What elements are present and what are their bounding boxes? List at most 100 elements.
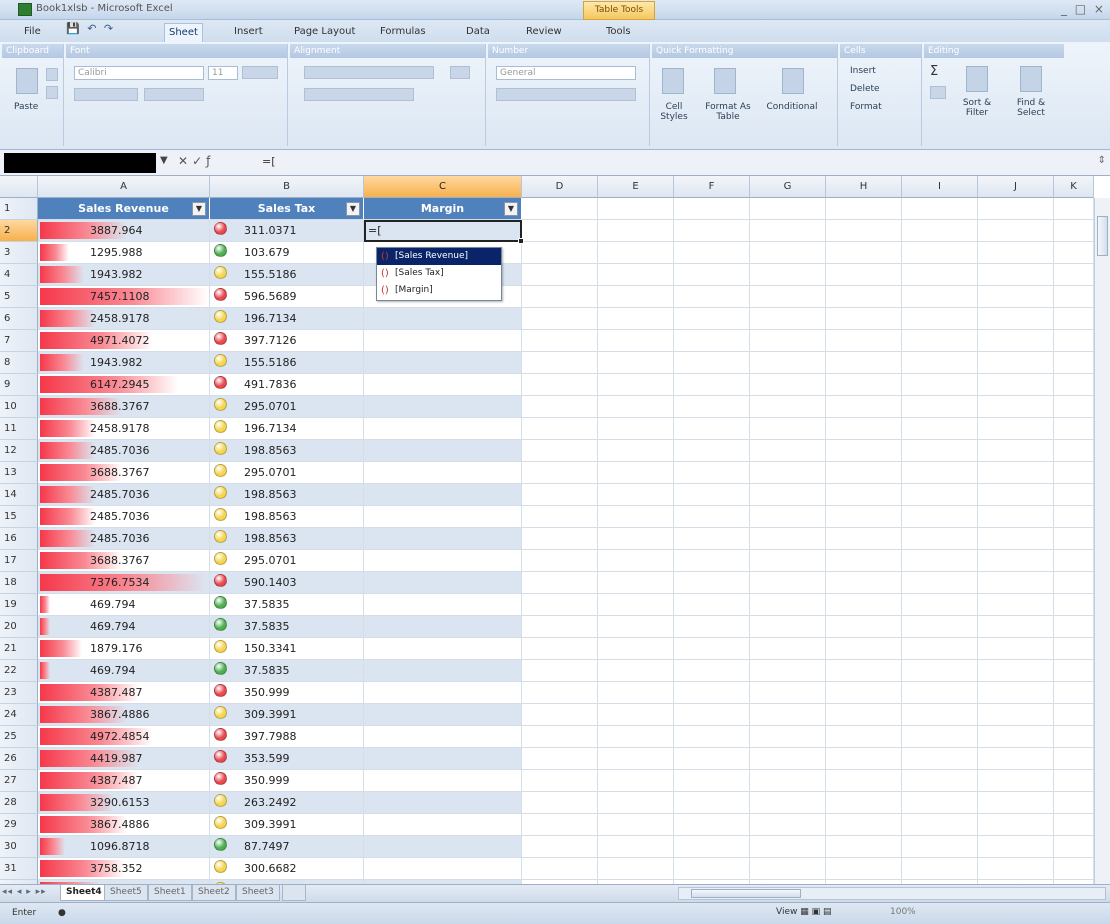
autocomplete-sales-tax[interactable]: () [Sales Tax] xyxy=(377,265,501,282)
margin-cell[interactable] xyxy=(364,374,522,396)
find-select-button[interactable]: Find & Select xyxy=(1006,98,1056,118)
sales-tax-cell[interactable]: 37.5835 xyxy=(210,616,364,638)
cell[interactable] xyxy=(674,198,750,220)
row-header[interactable]: 24 xyxy=(0,704,38,726)
row-header[interactable]: 2 xyxy=(0,220,38,242)
cell[interactable] xyxy=(978,660,1054,682)
paste-button[interactable]: Paste xyxy=(14,102,38,112)
row-header[interactable]: 11 xyxy=(0,418,38,440)
row-header[interactable]: 21 xyxy=(0,638,38,660)
margin-cell[interactable] xyxy=(364,682,522,704)
row-header[interactable]: 9 xyxy=(0,374,38,396)
cell[interactable] xyxy=(1054,814,1094,836)
tab-tools[interactable]: Tools xyxy=(602,23,635,42)
margin-cell[interactable] xyxy=(364,660,522,682)
cell[interactable] xyxy=(674,418,750,440)
sales-tax-cell[interactable]: 397.7988 xyxy=(210,726,364,748)
sales-tax-cell[interactable]: 309.3991 xyxy=(210,814,364,836)
worksheet-grid[interactable]: A B C D E F G H I J K 1 Sales Revenue ▼ Sales Tax ▼ Marg… xyxy=(0,176,1110,902)
cell[interactable] xyxy=(598,220,674,242)
cell[interactable] xyxy=(978,836,1054,858)
cell[interactable] xyxy=(522,418,598,440)
cell[interactable] xyxy=(902,462,978,484)
cell[interactable] xyxy=(978,704,1054,726)
sales-tax-cell[interactable]: 155.5186 xyxy=(210,264,364,286)
format-as-table-button[interactable]: Format As Table xyxy=(700,102,756,122)
cell[interactable] xyxy=(978,748,1054,770)
cell[interactable] xyxy=(978,528,1054,550)
cell[interactable] xyxy=(1054,264,1094,286)
cell[interactable] xyxy=(1054,858,1094,880)
zoom-level[interactable]: 100% xyxy=(890,907,916,917)
enter-formula-icon[interactable]: ✓ xyxy=(192,154,202,168)
sheet-tab-sheet1[interactable]: Sheet1 xyxy=(148,885,192,901)
margin-cell[interactable] xyxy=(364,506,522,528)
margin-cell[interactable] xyxy=(364,858,522,880)
cell[interactable] xyxy=(750,330,826,352)
sales-tax-cell[interactable]: 263.2492 xyxy=(210,792,364,814)
sales-tax-cell[interactable]: 311.0371 xyxy=(210,220,364,242)
tab-sheet[interactable]: Sheet xyxy=(164,23,203,42)
cell[interactable] xyxy=(522,550,598,572)
cell[interactable] xyxy=(750,858,826,880)
cell[interactable] xyxy=(674,220,750,242)
sheet-navigation-icon[interactable]: ◂◂ ◂ ▸ ▸▸ xyxy=(2,887,47,897)
sales-tax-cell[interactable]: 198.8563 xyxy=(210,506,364,528)
sales-tax-cell[interactable]: 295.0701 xyxy=(210,550,364,572)
margin-cell[interactable] xyxy=(364,616,522,638)
cell[interactable] xyxy=(674,792,750,814)
cell[interactable] xyxy=(522,506,598,528)
cell[interactable] xyxy=(978,374,1054,396)
copy-icon[interactable] xyxy=(46,86,58,99)
sales-revenue-cell[interactable]: 1943.982 xyxy=(38,264,210,286)
cell[interactable] xyxy=(750,198,826,220)
cell[interactable] xyxy=(1054,660,1094,682)
cell[interactable] xyxy=(978,352,1054,374)
cell[interactable] xyxy=(826,330,902,352)
sales-revenue-header[interactable]: Sales Revenue ▼ xyxy=(38,198,210,220)
cell[interactable] xyxy=(1054,440,1094,462)
row-header[interactable]: 29 xyxy=(0,814,38,836)
sales-revenue-cell[interactable]: 4387.487 xyxy=(38,682,210,704)
cell[interactable] xyxy=(826,814,902,836)
cell[interactable] xyxy=(826,484,902,506)
column-header-g[interactable]: G xyxy=(750,176,826,198)
cell[interactable] xyxy=(826,594,902,616)
cell[interactable] xyxy=(1054,506,1094,528)
cell[interactable] xyxy=(674,836,750,858)
cell[interactable] xyxy=(750,396,826,418)
cell[interactable] xyxy=(522,462,598,484)
autocomplete-margin[interactable]: () [Margin] xyxy=(377,282,501,299)
sales-tax-cell[interactable]: 350.999 xyxy=(210,770,364,792)
cell[interactable] xyxy=(1054,594,1094,616)
margin-cell[interactable] xyxy=(364,418,522,440)
row-header[interactable]: 10 xyxy=(0,396,38,418)
cell[interactable] xyxy=(522,330,598,352)
cell[interactable] xyxy=(598,528,674,550)
cell[interactable] xyxy=(598,198,674,220)
row-header[interactable]: 17 xyxy=(0,550,38,572)
cell[interactable] xyxy=(826,418,902,440)
cell[interactable] xyxy=(598,616,674,638)
cell[interactable] xyxy=(674,484,750,506)
cell[interactable] xyxy=(826,220,902,242)
cell[interactable] xyxy=(902,638,978,660)
cell[interactable] xyxy=(750,594,826,616)
cell[interactable] xyxy=(522,286,598,308)
margin-cell[interactable] xyxy=(364,704,522,726)
format-as-table-icon[interactable] xyxy=(714,68,736,94)
row-header-1[interactable]: 1 xyxy=(0,198,38,220)
cell[interactable] xyxy=(598,374,674,396)
font-size-field[interactable]: 11 xyxy=(208,66,238,80)
font-name-field[interactable]: Calibri xyxy=(74,66,204,80)
cell[interactable] xyxy=(674,638,750,660)
cell[interactable] xyxy=(902,286,978,308)
cell[interactable] xyxy=(902,770,978,792)
cut-icon[interactable] xyxy=(46,68,58,81)
sales-tax-cell[interactable]: 37.5835 xyxy=(210,660,364,682)
sales-revenue-cell[interactable]: 3688.3767 xyxy=(38,396,210,418)
cell[interactable] xyxy=(522,594,598,616)
cell[interactable] xyxy=(978,858,1054,880)
wrap-text-icon[interactable] xyxy=(450,66,470,79)
filter-dropdown-icon[interactable]: ▼ xyxy=(192,202,206,216)
